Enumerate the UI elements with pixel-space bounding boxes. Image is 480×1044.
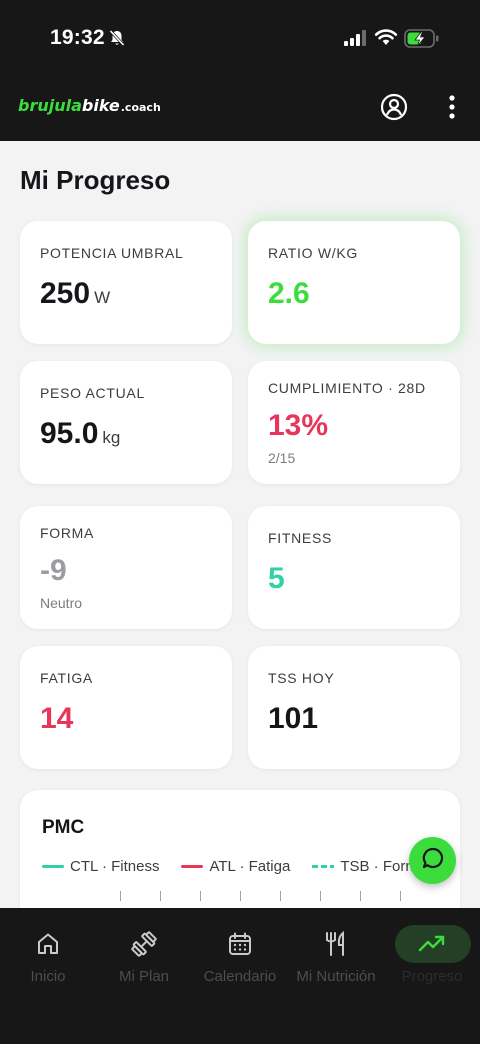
axis-tick: [160, 891, 161, 901]
legend-item-atl[interactable]: ATL · Fatiga: [181, 858, 290, 875]
chat-bubble-icon: [421, 846, 445, 875]
nav-label: Mi Nutrición: [296, 968, 376, 985]
potencia-unit: W: [94, 288, 111, 307]
ratio-value: 2.6: [268, 277, 310, 310]
status-bar: 19:32: [0, 0, 480, 80]
card-label: FITNESS: [268, 530, 333, 546]
fatiga-value: 14: [40, 702, 74, 735]
brujulabike-logo[interactable]: brujula bike .coach: [18, 96, 161, 115]
axis-tick: [360, 891, 361, 901]
bell-slash-icon: [108, 29, 126, 52]
peso-value: 95.0: [40, 417, 99, 450]
page-title: Mi Progreso: [20, 165, 171, 195]
card-label: PESO ACTUAL: [40, 385, 145, 401]
card-label: FORMA: [40, 525, 95, 541]
pmc-axis-ticks: [120, 891, 440, 901]
legend-swatch-tsb: [312, 865, 335, 868]
axis-tick: [400, 891, 401, 901]
card-potencia-umbral[interactable]: POTENCIA UMBRAL 250 W: [20, 221, 232, 344]
cellular-signal-icon: [344, 30, 368, 51]
axis-tick: [200, 891, 201, 901]
nav-label: Inicio: [30, 968, 66, 985]
axis-tick: [240, 891, 241, 901]
potencia-value: 250: [40, 277, 91, 310]
app-header: brujula bike .coach: [0, 80, 480, 141]
bottom-nav: Inicio Mi Plan Calendario Mi Nutrición P…: [0, 908, 480, 1044]
peso-unit: kg: [102, 428, 121, 447]
chat-fab-button[interactable]: [409, 837, 456, 884]
nav-item-calendario[interactable]: Calendario: [192, 908, 288, 998]
pmc-legend: CTL · Fitness ATL · Fatiga TSB · Forma: [42, 858, 448, 875]
pmc-title: PMC: [42, 817, 85, 838]
nav-label: Mi Plan: [118, 968, 170, 985]
logo-part-bike: bike: [81, 96, 120, 115]
axis-tick: [280, 891, 281, 901]
card-forma[interactable]: FORMA -9 Neutro: [20, 506, 232, 629]
nav-item-inicio[interactable]: Inicio: [0, 908, 96, 998]
card-fitness[interactable]: FITNESS 5: [248, 506, 460, 629]
card-value: 95.0 kg: [40, 417, 120, 451]
tss-value: 101: [268, 702, 319, 735]
status-time: 19:32: [50, 26, 105, 49]
dumbbell-icon: [96, 930, 192, 958]
card-peso-actual[interactable]: PESO ACTUAL 95.0 kg: [20, 361, 232, 484]
card-fatiga[interactable]: FATIGA 14: [20, 646, 232, 769]
nav-item-mi-nutricion[interactable]: Mi Nutrición: [288, 908, 384, 998]
fork-knife-icon: [288, 930, 384, 958]
forma-value: -9: [40, 554, 67, 587]
card-label: RATIO W/KG: [268, 245, 358, 261]
logo-part-brujula: brujula: [18, 96, 82, 115]
nav-label: Progreso: [401, 968, 463, 985]
account-icon[interactable]: [380, 93, 408, 126]
card-label: TSS HOY: [268, 670, 335, 686]
forma-sub: Neutro: [40, 595, 83, 611]
legend-label-atl: ATL · Fatiga: [209, 858, 291, 875]
trending-up-icon: [384, 930, 480, 958]
legend-item-ctl[interactable]: CTL · Fitness: [42, 858, 159, 875]
home-icon: [0, 930, 96, 958]
card-cumplimiento[interactable]: CUMPLIMIENTO · 28D 13% 2/15: [248, 361, 460, 484]
legend-label-ctl: CTL · Fitness: [70, 858, 160, 875]
wifi-icon: [374, 28, 398, 51]
axis-tick: [120, 891, 121, 901]
cumplimiento-sub: 2/15: [268, 450, 296, 466]
nav-item-progreso[interactable]: Progreso: [384, 908, 480, 998]
card-label: FATIGA: [40, 670, 93, 686]
legend-swatch-ctl: [42, 865, 64, 868]
more-vertical-icon[interactable]: [440, 94, 464, 125]
logo-part-coach: .coach: [120, 101, 161, 114]
cumplimiento-value: 13%: [268, 409, 329, 442]
card-label: CUMPLIMIENTO · 28D: [268, 380, 426, 396]
nav-label: Calendario: [203, 968, 277, 985]
battery-charging-icon: [404, 29, 440, 54]
legend-swatch-atl: [181, 865, 204, 868]
card-tss-hoy[interactable]: TSS HOY 101: [248, 646, 460, 769]
card-ratio-wkg[interactable]: RATIO W/KG 2.6: [248, 221, 460, 344]
card-label: POTENCIA UMBRAL: [40, 245, 184, 261]
card-value: 250 W: [40, 277, 110, 311]
nav-item-mi-plan[interactable]: Mi Plan: [96, 908, 192, 998]
axis-tick: [320, 891, 321, 901]
calendar-icon: [192, 930, 288, 958]
fitness-value: 5: [268, 562, 285, 595]
